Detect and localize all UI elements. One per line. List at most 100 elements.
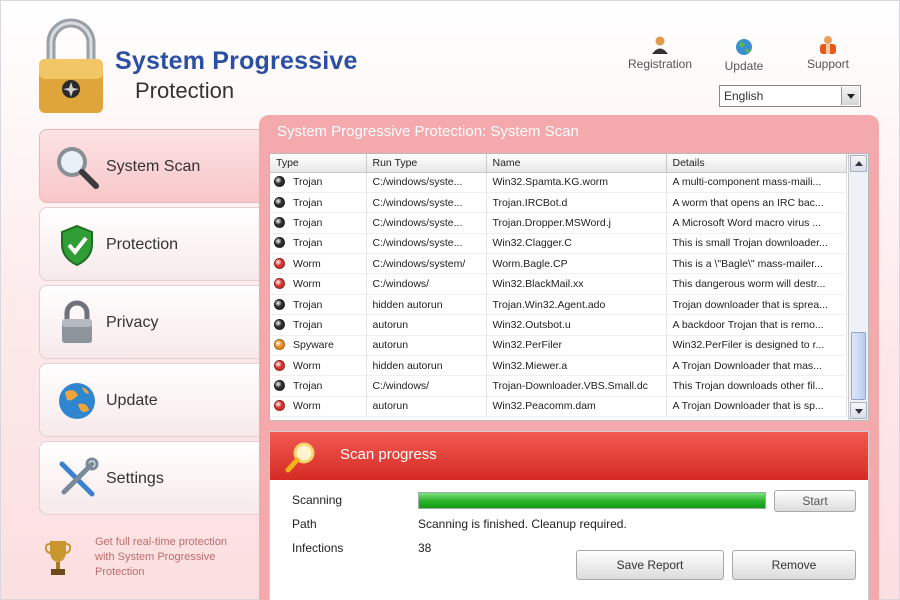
table-row[interactable]: Trojan hidden autorun Trojan.Win32.Agent.a… bbox=[270, 294, 847, 316]
scroll-down-icon[interactable] bbox=[850, 402, 867, 419]
threat-status-icon bbox=[274, 359, 285, 371]
cell-type: Trojan bbox=[270, 375, 367, 397]
cell-run-type: hidden autorun bbox=[366, 355, 487, 377]
cell-run-type: C:/windows/syste... bbox=[366, 233, 487, 255]
sidebar-item-label: Privacy bbox=[106, 314, 159, 331]
user-icon bbox=[652, 36, 668, 54]
scan-progress-header: Scan progress bbox=[270, 432, 868, 480]
table-row[interactable]: Worm C:/windows/system/Worm.Bagle.CP This … bbox=[270, 253, 847, 275]
table-row[interactable]: Trojan C:/windows/syste... Trojan.IRCBot.d… bbox=[270, 192, 847, 214]
path-value: Scanning is finished. Cleanup required. bbox=[418, 517, 627, 531]
table-row[interactable]: Trojan C:/windows/syste... Win32.Clagger.C… bbox=[270, 233, 847, 255]
table-row[interactable]: Trojan C:/windows/syste... Win32.Spamta.KG… bbox=[270, 172, 847, 193]
cell-details: A Microsoft Word macro virus ... bbox=[666, 212, 847, 234]
threat-status-icon bbox=[274, 237, 285, 249]
update-link[interactable]: Update bbox=[699, 37, 789, 73]
support-label: Support bbox=[806, 57, 850, 71]
threat-status-icon bbox=[274, 400, 285, 412]
cell-details: Trojan downloader that is sprea... bbox=[666, 294, 847, 316]
threat-status-icon bbox=[274, 196, 285, 208]
threat-type-label: Trojan bbox=[293, 318, 323, 331]
panel-title: System Progressive Protection: System Sc… bbox=[277, 123, 579, 140]
cell-name: Trojan.IRCBot.d bbox=[486, 192, 667, 214]
threat-type-label: Worm bbox=[293, 400, 321, 413]
remove-button[interactable]: Remove bbox=[732, 550, 856, 580]
cell-type: Trojan bbox=[270, 172, 367, 193]
registration-link[interactable]: Registration bbox=[615, 35, 705, 71]
cell-name: Win32.BlackMail.xx bbox=[486, 273, 667, 295]
path-label: Path bbox=[292, 517, 317, 531]
globe-icon bbox=[59, 383, 95, 419]
sidebar-item-protection[interactable]: Protection bbox=[39, 207, 261, 281]
promo-text: Get full real-time protection with Syste… bbox=[95, 536, 228, 578]
cell-run-type: hidden autorun bbox=[366, 294, 487, 316]
sidebar-item-label: Protection bbox=[106, 236, 179, 253]
threat-type-label: Worm bbox=[293, 257, 321, 270]
save-report-button[interactable]: Save Report bbox=[576, 550, 724, 580]
cell-name: Worm.Bagle.CP bbox=[486, 253, 667, 275]
cell-run-type: autorun bbox=[366, 396, 487, 418]
table-row[interactable]: Worm autorun Win32.Peacomm.dam A Trojan Dow… bbox=[270, 396, 847, 418]
sidebar-item-settings[interactable]: Settings bbox=[39, 441, 261, 515]
cell-details: A multi-component mass-maili... bbox=[666, 172, 847, 193]
threat-status-icon bbox=[274, 216, 285, 228]
magnifier-icon bbox=[285, 442, 315, 473]
registration-label: Registration bbox=[627, 57, 693, 71]
cell-run-type: C:/windows/ bbox=[366, 273, 487, 295]
scan-progress-box: Scan progress Scanning Start Path Scanni… bbox=[269, 431, 869, 600]
support-link[interactable]: Support bbox=[783, 35, 873, 71]
sidebar-item-update[interactable]: Update bbox=[39, 363, 261, 437]
language-select[interactable]: English bbox=[719, 85, 861, 107]
scroll-up-icon[interactable] bbox=[850, 155, 867, 172]
cell-details: A backdoor Trojan that is remo... bbox=[666, 314, 847, 336]
scrollbar-thumb[interactable] bbox=[851, 332, 866, 400]
table-row[interactable]: Worm hidden autorun Win32.Miewer.a A Trojan… bbox=[270, 355, 847, 377]
cell-name: Win32.Miewer.a bbox=[486, 355, 667, 377]
cell-type: Worm bbox=[270, 355, 367, 377]
table-scrollbar[interactable] bbox=[848, 154, 868, 420]
column-header-name[interactable]: Name bbox=[486, 154, 667, 173]
cell-type: Trojan bbox=[270, 233, 367, 255]
app-window: System Progressive Protection Registrati… bbox=[0, 0, 900, 600]
column-header-details[interactable]: Details bbox=[666, 154, 847, 173]
scan-progress-fill bbox=[419, 493, 765, 508]
chevron-down-icon[interactable] bbox=[841, 87, 859, 105]
threat-type-label: Spyware bbox=[293, 339, 334, 352]
cell-type: Worm bbox=[270, 253, 367, 275]
scanning-label: Scanning bbox=[292, 493, 343, 507]
trophy-icon bbox=[45, 541, 71, 575]
language-selected-value: English bbox=[724, 89, 764, 103]
cell-name: Win32.Clagger.C bbox=[486, 233, 667, 255]
cell-type: Trojan bbox=[270, 212, 367, 234]
table-row[interactable]: Trojan autorun Win32.Outsbot.u A backdoor T… bbox=[270, 314, 847, 336]
shield-check-icon bbox=[61, 224, 93, 267]
cell-run-type: autorun bbox=[366, 314, 487, 336]
table-row[interactable]: Trojan C:/windows/syste... Trojan.Dropper.… bbox=[270, 212, 847, 234]
sidebar-item-label: Update bbox=[106, 392, 158, 409]
table-row[interactable]: Spyware autorun Win32.PerFiler Win32.PerFil… bbox=[270, 335, 847, 357]
threat-type-label: Trojan bbox=[293, 216, 323, 229]
threat-status-icon bbox=[274, 318, 285, 330]
cell-details: Win32.PerFiler is designed to r... bbox=[666, 335, 847, 357]
column-header-type[interactable]: Type bbox=[270, 154, 367, 173]
cell-name: Win32.Outsbot.u bbox=[486, 314, 667, 336]
padlock-icon bbox=[62, 300, 92, 343]
main-panel: System Progressive Protection: System Sc… bbox=[259, 115, 879, 600]
cell-type: Worm bbox=[270, 396, 367, 418]
column-header-run-type[interactable]: Run Type bbox=[366, 154, 487, 173]
cell-run-type: C:/windows/syste... bbox=[366, 212, 487, 234]
table-row[interactable]: Worm C:/windows/Win32.BlackMail.xx This da… bbox=[270, 273, 847, 295]
sidebar-item-privacy[interactable]: Privacy bbox=[39, 285, 261, 359]
scan-progress-title: Scan progress bbox=[340, 446, 437, 463]
app-subtitle: Protection bbox=[135, 78, 235, 103]
threat-status-icon bbox=[274, 278, 285, 290]
cell-details: A Trojan Downloader that mas... bbox=[666, 355, 847, 377]
table-row[interactable]: Trojan C:/windows/Trojan-Downloader.VBS.S… bbox=[270, 375, 847, 397]
start-button[interactable]: Start bbox=[774, 490, 856, 512]
sidebar-item-system-scan[interactable]: System Scan bbox=[39, 129, 261, 203]
padlock-logo-icon bbox=[39, 18, 103, 113]
threat-type-label: Trojan bbox=[293, 237, 323, 250]
threat-table: Type Run Type Name Details Trojan C:/wind… bbox=[269, 153, 869, 421]
infections-label: Infections bbox=[292, 541, 344, 555]
threat-status-icon bbox=[274, 339, 285, 351]
